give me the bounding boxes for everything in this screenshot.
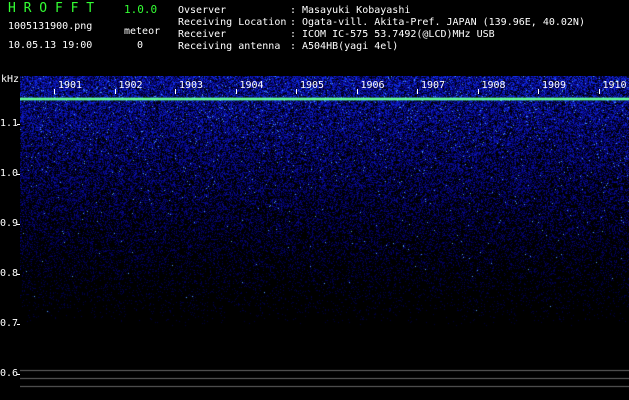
header: H R O F F T 1.0.0 1005131900.png 10.05.1… xyxy=(0,0,629,76)
receiver-value: ICOM IC-575 53.7492(@LCD)MHz USB xyxy=(302,29,495,40)
filename: 1005131900.png xyxy=(8,21,93,32)
x-tick-mark xyxy=(538,89,539,94)
x-tick-label: 1905 xyxy=(300,80,325,91)
x-tick-label: 1906 xyxy=(360,80,385,91)
x-tick-mark xyxy=(175,89,176,94)
x-tick-mark xyxy=(235,89,237,94)
x-tick-label: 1908 xyxy=(481,80,506,91)
unit-label: kHz xyxy=(1,74,20,85)
antenna-label: Receiving antenna xyxy=(178,41,281,52)
x-tick-label: 1910 xyxy=(602,80,627,91)
colon: : xyxy=(290,29,297,40)
x-tick-mark xyxy=(417,89,418,94)
y-tick-mark xyxy=(17,274,20,275)
meteor-count: 0 xyxy=(137,40,144,51)
observer-label: Ovserver xyxy=(178,5,227,16)
x-tick-label: 1903 xyxy=(179,80,204,91)
datetime: 10.05.13 19:00 xyxy=(8,40,93,51)
x-tick-label: 1909 xyxy=(542,80,567,91)
x-tick-label: 1902 xyxy=(118,80,143,91)
app-version: 1.0.0 xyxy=(124,3,158,16)
location-value: Ogata-vill. Akita-Pref. JAPAN (139.96E, … xyxy=(302,17,585,28)
x-tick-mark xyxy=(54,89,55,94)
spectrogram-canvas xyxy=(20,76,629,400)
x-tick-mark xyxy=(114,89,116,94)
x-tick-label: 1904 xyxy=(239,80,264,91)
x-tick-label: 1907 xyxy=(421,80,446,91)
colon: : xyxy=(290,5,297,16)
y-tick-mark xyxy=(17,174,20,175)
y-tick-mark xyxy=(17,224,20,225)
receiver-label: Receiver xyxy=(178,29,227,40)
x-tick-mark xyxy=(477,89,479,94)
colon: : xyxy=(290,17,297,28)
app-title: H R O F F T xyxy=(8,1,95,16)
x-tick-label: 1901 xyxy=(58,80,83,91)
y-tick-mark xyxy=(17,374,20,375)
x-tick-mark xyxy=(296,89,297,94)
location-label: Receiving Location xyxy=(178,17,287,28)
y-tick-mark xyxy=(17,324,20,325)
x-tick-mark xyxy=(356,89,358,94)
observer-value: Masayuki Kobayashi xyxy=(302,5,411,16)
meteor-label: meteor xyxy=(124,26,161,37)
antenna-value: A504HB(yagi 4el) xyxy=(302,41,399,52)
colon: : xyxy=(290,41,297,52)
x-tick-mark xyxy=(598,89,600,94)
y-tick-mark xyxy=(17,124,20,125)
spectrogram-plot xyxy=(20,76,629,400)
